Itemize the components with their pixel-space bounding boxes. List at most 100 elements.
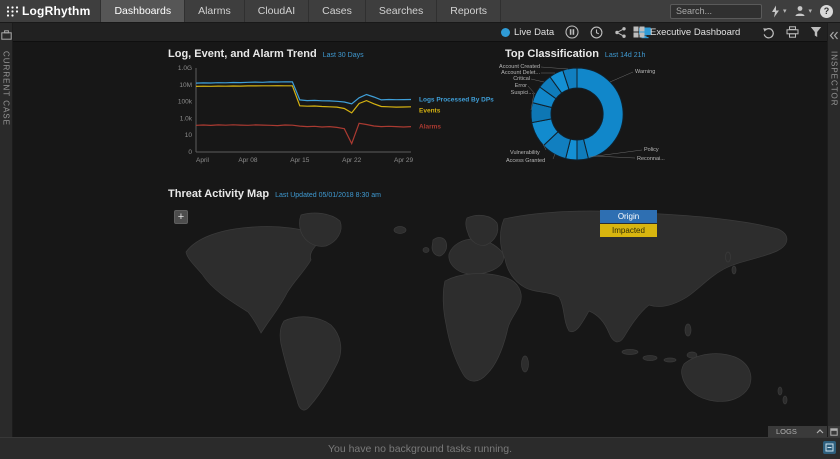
main-tabs: DashboardsAlarmsCloudAICasesSearchesRepo… <box>100 0 501 22</box>
live-data-label: Live Data <box>514 27 554 38</box>
search-input[interactable] <box>670 4 762 19</box>
classification-panel: Top Classification Last 14d 21h Warning P… <box>505 48 670 187</box>
share-icon <box>614 26 627 39</box>
map-zoom-in-button[interactable]: + <box>174 210 188 224</box>
live-data-toggle[interactable]: Live Data <box>501 27 554 38</box>
grid-icon <box>633 26 645 38</box>
print-button[interactable] <box>786 26 799 38</box>
trend-panel-title: Log, Event, and Alarm Trend Last 30 Days <box>168 48 488 60</box>
map-title: Threat Activity Map <box>168 188 269 200</box>
map-legend-impacted-button[interactable]: Impacted <box>600 224 657 237</box>
map-subtitle: Last Updated 05/01/2018 8:30 am <box>275 192 381 199</box>
expand-logs-icon <box>816 428 824 436</box>
series-label-alarms: Alarms <box>419 124 441 131</box>
tab-dashboards[interactable]: Dashboards <box>100 0 185 22</box>
trend-subtitle: Last 30 Days <box>323 52 364 59</box>
undo-icon <box>762 26 775 39</box>
logo-dots-icon <box>6 5 19 18</box>
donut-label-warning: Warning <box>635 69 655 75</box>
x-tick-label: Apr 29 <box>394 157 414 164</box>
chevron-down-icon: ▾ <box>808 8 812 15</box>
live-indicator-icon <box>501 28 510 37</box>
donut-label-vulnerability: Vulnerability <box>510 150 540 156</box>
classification-title: Top Classification <box>505 48 599 60</box>
map-legend-origin-button[interactable]: Origin <box>600 210 657 223</box>
briefcase-icon <box>1 27 12 45</box>
y-tick-label: 10 <box>185 132 193 139</box>
classification-donut-chart: Warning Policy Reconnai... Access Granted Vu… <box>505 62 670 187</box>
map-legend: OriginImpacted <box>600 210 657 237</box>
user-menu[interactable]: ▾ <box>794 5 812 17</box>
leader-line <box>610 72 633 82</box>
series-label-logs-processed-by-dps: Logs Processed By DPs <box>419 96 494 103</box>
dashboard-selector[interactable]: Executive Dashboard <box>633 23 740 41</box>
trend-chart-panel: Log, Event, and Alarm Trend Last 30 Days… <box>168 48 488 180</box>
tab-cases[interactable]: Cases <box>309 0 366 22</box>
user-icon <box>794 5 806 17</box>
y-tick-label: 0 <box>188 149 192 156</box>
pause-button[interactable] <box>565 25 579 39</box>
funnel-icon <box>810 26 822 38</box>
classification-subtitle: Last 14d 21h <box>605 52 645 59</box>
current-case-label: CURRENT CASE <box>2 51 11 126</box>
tab-alarms[interactable]: Alarms <box>185 0 245 22</box>
donut-label-policy: Policy <box>644 147 659 153</box>
header-right-cluster: ▾ ▾ ? <box>670 4 840 19</box>
status-bar: You have no background tasks running. <box>0 437 840 459</box>
current-case-panel-tab[interactable]: CURRENT CASE <box>0 23 13 437</box>
inspector-label: INSPECTOR <box>830 51 839 107</box>
filter-button[interactable] <box>810 26 822 38</box>
donut-label-error: Error <box>515 83 527 89</box>
donut-label-account-delet: Account Delet... <box>501 70 540 76</box>
logo-text: LogRhythm <box>22 4 90 18</box>
logs-window-button[interactable] <box>828 426 840 437</box>
y-tick-label: 10M <box>179 82 192 89</box>
status-message: You have no background tasks running. <box>328 443 512 455</box>
leader-line <box>553 154 555 159</box>
trend-line-chart: 1.0G 10M 100k 1.0k 10 0 April Apr 08 Apr 15 Apr 2… <box>168 62 488 180</box>
donut-label-access-granted: Access Granted <box>506 158 545 164</box>
y-tick-label: 100k <box>178 99 193 106</box>
dashboard-toolbar: Live Data <box>13 23 827 42</box>
history-button[interactable] <box>590 26 603 39</box>
leader-line <box>531 79 544 82</box>
window-icon <box>830 428 838 436</box>
threat-map-panel: Threat Activity Map Last Updated 05/01/2… <box>168 188 828 432</box>
inspector-panel-tab[interactable]: INSPECTOR <box>827 23 840 437</box>
logs-drawer-toggle[interactable]: LOGS <box>768 426 827 437</box>
series-line-logs-processed-by-dps <box>196 82 411 104</box>
y-tick-label: 1.0k <box>180 115 193 122</box>
tab-reports[interactable]: Reports <box>437 0 501 22</box>
x-tick-label: Apr 15 <box>290 157 310 164</box>
lightning-icon <box>770 5 781 18</box>
help-icon[interactable]: ? <box>820 5 833 18</box>
series-label-events: Events <box>419 107 441 114</box>
y-tick-label: 1.0G <box>178 65 192 72</box>
chevron-down-icon: ▾ <box>783 8 787 15</box>
donut-label-suspici: Suspici... <box>511 90 534 96</box>
logs-label: LOGS <box>776 427 797 436</box>
logrhythm-logo: LogRhythm <box>0 4 90 18</box>
x-tick-label: Apr 22 <box>342 157 362 164</box>
background-tasks-button[interactable] <box>823 441 836 454</box>
tasks-icon <box>825 443 834 452</box>
donut-label-reconnai: Reconnai... <box>637 156 665 162</box>
x-tick-label: Apr 08 <box>238 157 258 164</box>
quick-actions-menu[interactable]: ▾ <box>770 5 787 18</box>
leader-line <box>594 156 635 158</box>
world-map-svg <box>168 202 821 432</box>
x-tick-label: April <box>196 157 210 164</box>
dashboard-selector-label: Executive Dashboard <box>650 27 740 38</box>
world-map[interactable]: + OriginImpacted <box>168 202 821 432</box>
undo-button[interactable] <box>762 26 775 39</box>
tab-searches[interactable]: Searches <box>366 0 437 22</box>
tab-cloudai[interactable]: CloudAI <box>245 0 309 22</box>
clock-icon <box>590 26 603 39</box>
collapse-panel-icon <box>829 27 839 45</box>
map-panel-title: Threat Activity Map Last Updated 05/01/2… <box>168 188 828 200</box>
donut-label-critical: Critical <box>513 76 530 82</box>
trend-title: Log, Event, and Alarm Trend <box>168 48 317 60</box>
leader-line <box>541 67 568 69</box>
donut-label-account-created: Account Created <box>499 64 540 70</box>
share-button[interactable] <box>614 26 627 39</box>
